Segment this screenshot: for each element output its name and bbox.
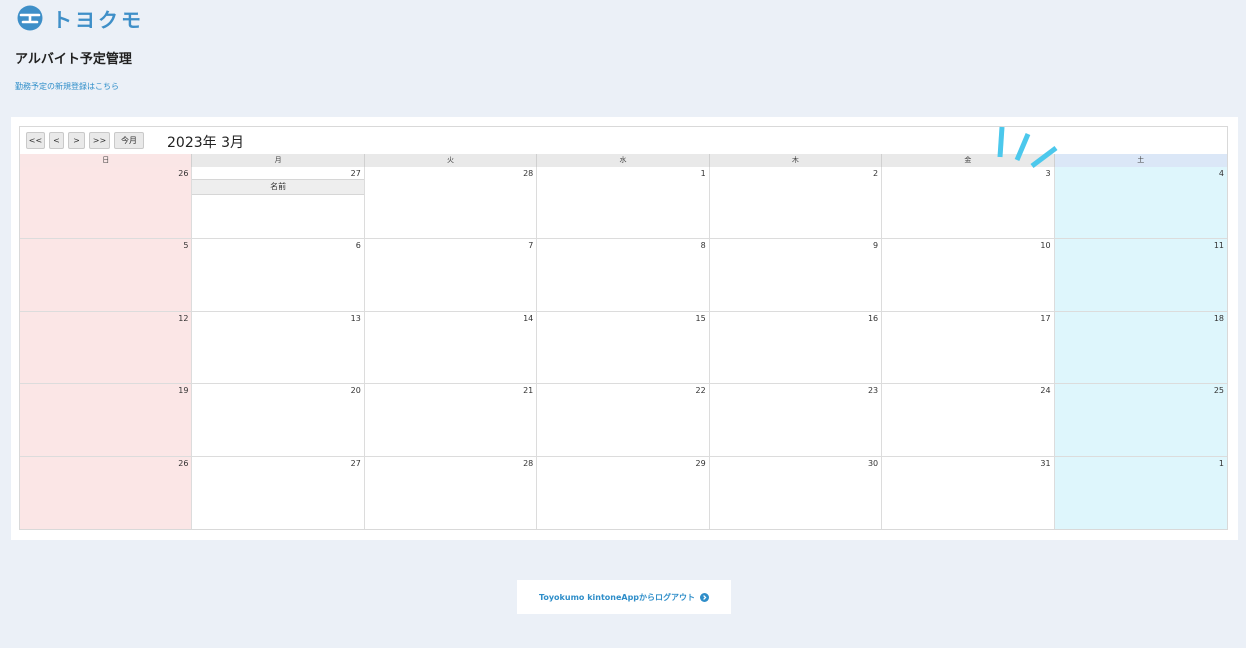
next-year-button[interactable]: >> [89,132,110,149]
day-cell[interactable]: 22 [537,384,710,457]
day-number: 26 [178,169,189,178]
day-cell[interactable]: 29 [537,456,710,529]
weekday-tue: 火 [364,154,538,167]
day-cell[interactable]: 21 [364,384,538,457]
sparkle-decoration-icon [997,126,1058,168]
day-number: 6 [355,241,361,251]
day-cell[interactable]: 30 [709,456,883,529]
day-number: 30 [867,458,879,468]
day-number: 9 [873,241,879,251]
day-cell[interactable]: 17 [882,311,1055,385]
calendar-title: 2023年 3月 [167,135,244,151]
day-number: 12 [178,313,189,323]
day-cell[interactable]: 4 [1054,167,1227,240]
day-cell[interactable]: 10 [882,239,1055,312]
day-cell[interactable]: 28 [364,456,538,529]
day-cell[interactable]: 13 [192,311,365,385]
day-cell[interactable]: 8 [537,239,710,312]
logo-text: トヨクモ [52,7,144,32]
prev-year-button[interactable]: << [26,132,45,149]
day-number: 4 [1218,169,1224,178]
weekday-thu: 木 [709,154,883,167]
calendar-panel: << < > >> 今月 2023年 3月 日 月 火 水 木 金 土 26 27… [11,117,1238,540]
calendar: << < > >> 今月 2023年 3月 日 月 火 水 木 金 土 26 27… [19,126,1228,530]
chevron-right-circle-icon [700,592,710,602]
day-cell[interactable]: 9 [709,239,883,312]
day-cell[interactable]: 23 [709,384,883,457]
day-number: 16 [867,313,879,323]
day-cell[interactable]: 31 [882,456,1055,529]
day-cell[interactable]: 11 [1054,239,1227,312]
day-number: 23 [867,386,879,396]
logout-button[interactable]: Toyokumo kintoneAppからログアウト [517,580,731,614]
day-cell[interactable]: 6 [192,239,365,312]
day-number: 2 [873,169,879,178]
register-link[interactable]: 勤務予定の新規登録はこちら [15,81,119,92]
day-cell[interactable]: 27 [192,456,365,529]
day-number: 28 [523,169,534,178]
day-cell[interactable]: 15 [537,311,710,385]
day-number: 28 [523,458,534,468]
day-cell[interactable]: 25 [1054,384,1227,457]
day-number: 8 [700,241,706,251]
toyokumo-logo-icon [17,5,43,31]
day-cell[interactable]: 1 [1054,456,1227,529]
day-number: 31 [1040,458,1051,468]
day-number: 17 [1040,313,1051,323]
day-cell[interactable]: 26 [20,167,193,240]
day-number: 14 [523,313,534,323]
day-number: 1 [1218,458,1224,468]
calendar-event[interactable]: 名前 [192,179,364,195]
day-number: 7 [528,241,534,251]
day-number: 24 [1040,386,1051,396]
day-cell[interactable]: 26 [20,456,193,529]
day-cell[interactable]: 2 [709,167,883,240]
page-title: アルバイト予定管理 [15,52,132,67]
day-cell[interactable]: 16 [709,311,883,385]
day-cell[interactable]: 1 [537,167,710,240]
day-number: 18 [1213,313,1224,323]
day-cell[interactable]: 19 [20,384,193,457]
day-number: 29 [695,458,706,468]
weekday-wed: 水 [537,154,710,167]
day-number: 21 [523,386,534,396]
weekday-sat: 土 [1054,154,1227,167]
weekday-sun: 日 [20,154,193,167]
day-cell[interactable]: 18 [1054,311,1227,385]
day-number: 15 [695,313,706,323]
day-number: 27 [350,169,361,178]
day-cell[interactable]: 27 名前 [192,167,365,240]
day-cell[interactable]: 3 [882,167,1055,240]
this-month-button[interactable]: 今月 [114,132,144,149]
day-cell[interactable]: 20 [192,384,365,457]
day-cell[interactable]: 12 [20,311,193,385]
day-cell[interactable]: 5 [20,239,193,312]
day-number: 20 [350,386,361,396]
day-number: 5 [183,241,189,251]
logo: トヨクモ [16,5,144,32]
next-month-button[interactable]: > [68,132,85,149]
day-number: 27 [350,458,361,468]
day-number: 11 [1213,241,1224,251]
day-cell[interactable]: 24 [882,384,1055,457]
day-number: 25 [1213,386,1224,396]
logout-label: Toyokumo kintoneAppからログアウト [538,592,696,602]
day-number: 22 [695,386,706,396]
calendar-grid: 26 27 名前 28 1 2 3 4 5 6 7 8 9 10 11 12 13 14 15 16 17 18 19 20 2… [20,167,1227,529]
weekday-mon: 月 [192,154,365,167]
day-number: 10 [1040,241,1051,251]
day-number: 1 [700,169,706,178]
prev-month-button[interactable]: < [49,132,64,149]
day-number: 26 [178,458,189,468]
day-cell[interactable]: 14 [364,311,538,385]
day-cell[interactable]: 7 [364,239,538,312]
day-number: 13 [350,313,361,323]
day-cell[interactable]: 28 [364,167,538,240]
day-number: 19 [178,386,189,396]
